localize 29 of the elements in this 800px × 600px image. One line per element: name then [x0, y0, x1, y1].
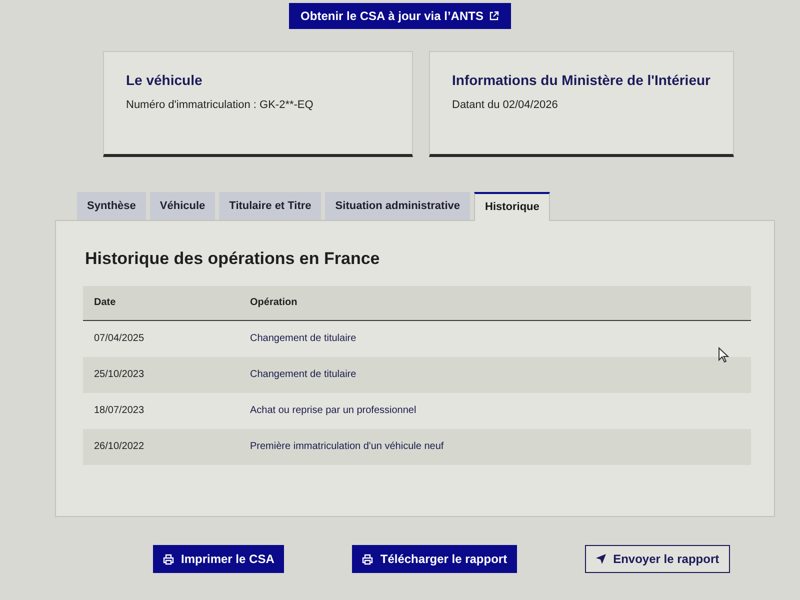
card-title: Informations du Ministère de l'Intérieur — [452, 71, 710, 90]
table-cell-text: Changement de titulaire — [250, 368, 356, 382]
printer-icon — [163, 554, 174, 564]
table-cell-text: 18/07/2023 — [93, 404, 146, 418]
send-button[interactable]: Envoyer le rapport — [585, 545, 730, 573]
ants-link-button[interactable]: Obtenir le CSA à jour via l’ANTS — [288, 3, 512, 29]
external-link-icon — [489, 11, 500, 21]
mouse-cursor-icon — [718, 347, 729, 363]
tab[interactable]: Historique — [474, 192, 550, 221]
tab[interactable]: Titulaire et Titre — [219, 192, 322, 220]
print-button[interactable]: Télécharger le rapport — [352, 545, 518, 573]
column-header: Opération — [250, 296, 298, 310]
tab[interactable]: Situation administrative — [325, 192, 470, 220]
printer-icon — [362, 554, 374, 564]
section-heading: Historique des opérations en France — [85, 248, 380, 270]
card-text: Datant du 02/04/2026 — [452, 98, 558, 113]
table-cell-text: Achat ou reprise par un professionnel — [250, 404, 416, 418]
table-cell-text: 07/04/2025 — [93, 332, 146, 346]
card-title: Le véhicule — [126, 71, 202, 90]
table-cell-text: 25/10/2023 — [93, 368, 146, 382]
table-cell-text: 26/10/2022 — [93, 440, 146, 454]
table-cell-text: Première immatriculation d'un véhicule neuf — [250, 440, 444, 454]
tab[interactable]: Véhicule — [150, 192, 216, 220]
card-text: Numéro d'immatriculation : GK-2**-EQ — [126, 98, 314, 113]
navigation-arrow-icon — [596, 554, 606, 564]
print-button[interactable]: Imprimer le CSA — [153, 545, 284, 573]
tab[interactable]: Synthèse — [77, 192, 146, 220]
table-cell-text: Changement de titulaire — [250, 332, 356, 346]
column-header: Date — [93, 296, 117, 310]
